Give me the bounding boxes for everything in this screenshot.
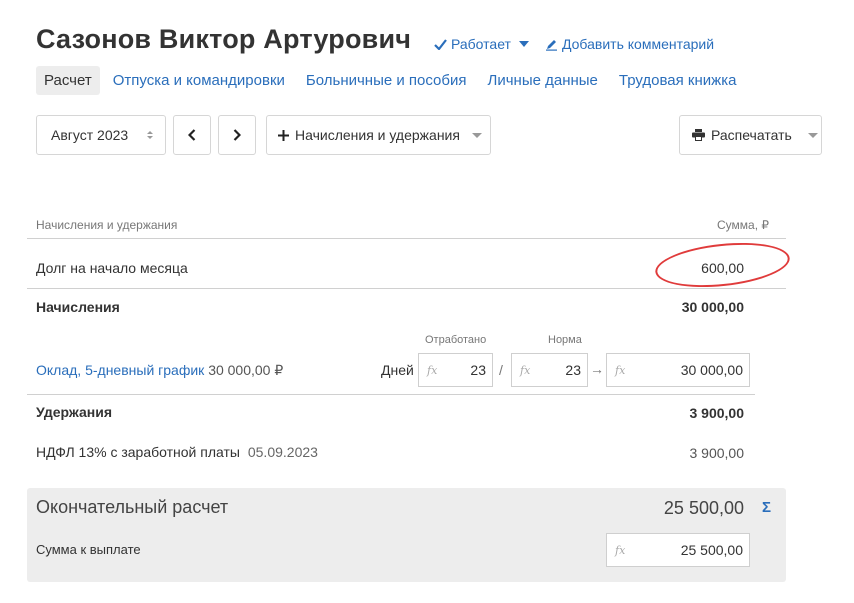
check-icon [434,38,447,50]
tab-personal-data[interactable]: Личные данные [488,66,598,95]
tab-work-record[interactable]: Трудовая книжка [619,66,737,95]
worked-days-input[interactable]: fx 23 [418,353,493,387]
column-header-sum: Сумма, ₽ [716,218,769,232]
accruals-divider [27,394,755,395]
worked-column-label: Отработано [425,334,487,346]
status-dropdown[interactable]: Работает [434,36,529,52]
previous-month-button[interactable] [173,115,211,155]
worked-days-value: 23 [470,362,486,378]
salary-result-value: 30 000,00 [680,362,743,378]
ndfl-row: НДФЛ 13% с заработной платы 05.09.2023 [36,444,318,460]
print-button[interactable]: Распечатать [679,115,822,155]
tab-calculation[interactable]: Расчет [36,66,100,95]
tab-sick-leave[interactable]: Больничные и пособия [306,66,467,95]
status-label: Работает [451,36,511,52]
debt-label: Долг на начало месяца [36,260,188,276]
add-accruals-button[interactable]: Начисления и удержания [266,115,491,155]
sort-arrows-icon [147,131,153,139]
printer-icon [692,129,705,141]
deductions-heading: Удержания [36,404,112,420]
chevron-down-icon [518,41,529,47]
column-header-items: Начисления и удержания [36,218,178,232]
tab-bar: Расчет Отпуска и командировки Больничные… [36,66,757,95]
chevron-left-icon [188,129,196,141]
print-label: Распечатать [711,127,792,143]
pencil-icon [546,39,557,51]
sigma-icon[interactable]: Σ [762,499,771,516]
norm-days-input[interactable]: fx 23 [511,353,588,387]
salary-row: Оклад, 5-дневный график 30 000,00 ₽ [36,362,283,379]
debt-divider [27,288,786,289]
next-month-button[interactable] [218,115,256,155]
accruals-heading: Начисления [36,299,120,315]
header-divider [27,238,786,239]
formula-icon: fx [427,363,438,377]
plus-icon [278,129,289,141]
salary-link[interactable]: Оклад, 5-дневный график [36,362,204,378]
formula-icon: fx [615,543,626,557]
add-comment-link[interactable]: Добавить комментарий [545,36,714,52]
ndfl-date: 05.09.2023 [247,444,318,460]
norm-days-value: 23 [565,362,581,378]
salary-amount: 30 000,00 ₽ [208,362,284,378]
days-label: Дней [381,362,414,378]
deductions-total: 3 900,00 [689,405,745,421]
month-label: Август 2023 [51,127,129,143]
salary-result-input[interactable]: fx 30 000,00 [606,353,750,387]
formula-icon: fx [520,363,531,377]
add-comment-label: Добавить комментарий [562,36,715,52]
highlight-circle [653,237,792,293]
norm-column-label: Норма [548,334,582,346]
payout-value: 25 500,00 [680,542,743,558]
ndfl-value: 3 900,00 [689,445,745,461]
employee-name: Сазонов Виктор Артурович [36,24,412,54]
final-calculation-total: 25 500,00 [663,498,744,518]
arrow-right-icon: → [590,361,604,377]
separator-slash: / [499,362,503,378]
final-calculation-title: Окончательный расчет [36,497,229,517]
tab-vacations[interactable]: Отпуска и командировки [113,66,285,95]
accruals-total: 30 000,00 [681,299,744,315]
chevron-right-icon [233,129,241,141]
formula-icon: fx [615,363,626,377]
add-accruals-label: Начисления и удержания [295,127,460,143]
chevron-down-icon [471,132,482,138]
ndfl-label: НДФЛ 13% с заработной платы [36,444,240,460]
month-selector[interactable]: Август 2023 [36,115,166,155]
payout-input[interactable]: fx 25 500,00 [606,533,750,567]
payout-label: Сумма к выплате [36,542,141,557]
chevron-down-icon [807,132,818,138]
